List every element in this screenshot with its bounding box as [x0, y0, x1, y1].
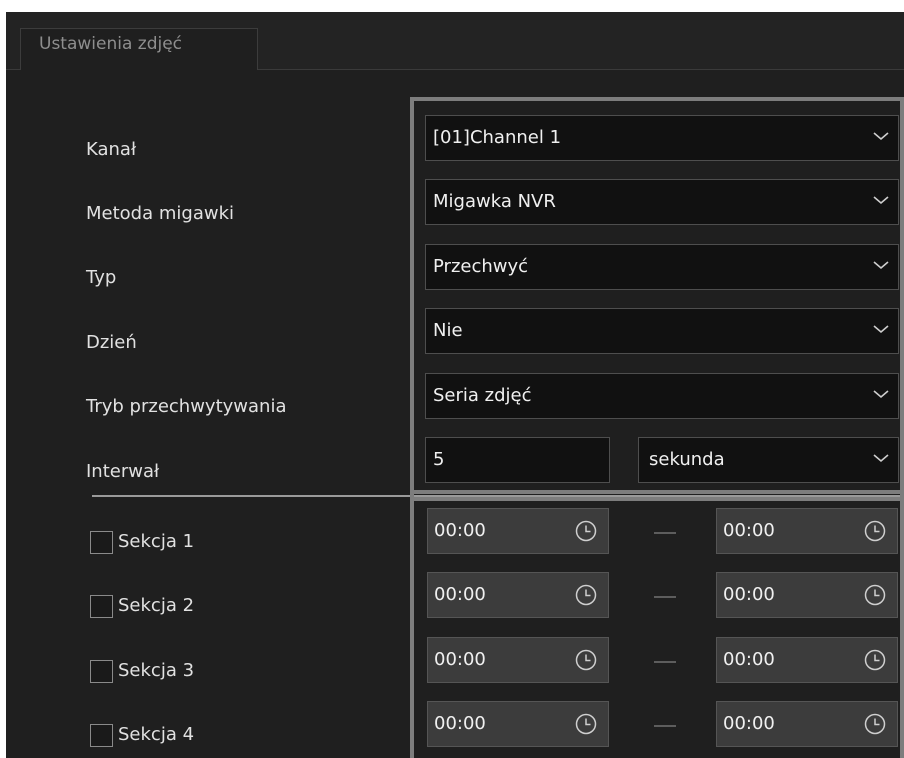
clock-icon[interactable]: [575, 649, 597, 671]
interval-label: Interwał: [86, 461, 160, 482]
time-range-dash: [654, 532, 676, 534]
section-3-row[interactable]: Sekcja 3: [90, 659, 194, 687]
section-2-end-value: 00:00: [723, 584, 775, 605]
time-range-dash: [654, 661, 676, 663]
interval-value: 5: [433, 449, 445, 470]
section-2-start-value: 00:00: [434, 584, 486, 605]
type-select[interactable]: Przechwyć: [425, 244, 899, 290]
section-1-end-value: 00:00: [723, 520, 775, 541]
section-4-start-value: 00:00: [434, 713, 486, 734]
section-3-end-time[interactable]: 00:00: [716, 637, 898, 683]
clock-icon[interactable]: [864, 649, 886, 671]
interval-unit-value: sekunda: [649, 449, 725, 470]
section-3-label: Sekcja 3: [118, 660, 195, 681]
section-1-checkbox[interactable]: [90, 530, 113, 554]
time-range-dash: [654, 596, 676, 598]
capture-mode-label: Tryb przechwytywania: [86, 396, 287, 417]
clock-icon[interactable]: [575, 713, 597, 735]
section-2-start-time[interactable]: 00:00: [427, 572, 609, 618]
section-2-label: Sekcja 2: [118, 595, 195, 616]
day-label: Dzień: [86, 332, 137, 353]
chevron-down-icon: [873, 454, 889, 463]
day-value: Nie: [433, 320, 463, 341]
section-4-start-time[interactable]: 00:00: [427, 701, 609, 747]
channel-select-value: [01]Channel 1: [433, 127, 562, 148]
interval-unit-select[interactable]: sekunda: [638, 437, 899, 483]
clock-icon[interactable]: [864, 520, 886, 542]
section-4-row[interactable]: Sekcja 4: [90, 723, 194, 751]
channel-label: Kanał: [86, 139, 137, 160]
channel-select[interactable]: [01]Channel 1: [425, 115, 899, 161]
chevron-down-icon: [873, 261, 889, 270]
section-2-end-time[interactable]: 00:00: [716, 572, 898, 618]
snapshot-method-label: Metoda migawki: [86, 203, 234, 224]
capture-mode-value: Seria zdjęć: [433, 385, 532, 406]
section-1-label: Sekcja 1: [118, 531, 195, 552]
chevron-down-icon: [873, 132, 889, 141]
section-1-start-time[interactable]: 00:00: [427, 508, 609, 554]
clock-icon[interactable]: [575, 520, 597, 542]
snapshot-settings-panel: Ustawienia zdjęć Kanał Metoda migawki Ty…: [6, 12, 904, 758]
clock-icon[interactable]: [864, 713, 886, 735]
section-1-row[interactable]: Sekcja 1: [90, 530, 194, 558]
section-1-start-value: 00:00: [434, 520, 486, 541]
section-4-label: Sekcja 4: [118, 724, 195, 745]
section-1-end-time[interactable]: 00:00: [716, 508, 898, 554]
chevron-down-icon: [873, 390, 889, 399]
chevron-down-icon: [873, 325, 889, 334]
section-3-end-value: 00:00: [723, 649, 775, 670]
section-2-checkbox[interactable]: [90, 594, 113, 618]
capture-mode-select[interactable]: Seria zdjęć: [425, 373, 899, 419]
snapshot-method-value: Migawka NVR: [433, 191, 556, 212]
type-label: Typ: [86, 267, 117, 288]
section-2-row[interactable]: Sekcja 2: [90, 594, 194, 622]
section-3-checkbox[interactable]: [90, 659, 113, 683]
section-4-end-value: 00:00: [723, 713, 775, 734]
section-4-checkbox[interactable]: [90, 723, 113, 747]
section-4-end-time[interactable]: 00:00: [716, 701, 898, 747]
tab-snapshot-settings[interactable]: Ustawienia zdjęć: [20, 28, 258, 70]
chevron-down-icon: [873, 196, 889, 205]
tab-label: Ustawienia zdjęć: [39, 34, 183, 54]
interval-input[interactable]: 5: [425, 437, 610, 483]
section-3-start-value: 00:00: [434, 649, 486, 670]
type-value: Przechwyć: [433, 256, 529, 277]
section-3-start-time[interactable]: 00:00: [427, 637, 609, 683]
snapshot-method-select[interactable]: Migawka NVR: [425, 179, 899, 225]
day-select[interactable]: Nie: [425, 308, 899, 354]
clock-icon[interactable]: [575, 584, 597, 606]
tab-bar: Ustawienia zdjęć: [6, 12, 904, 70]
time-range-dash: [654, 725, 676, 727]
clock-icon[interactable]: [864, 584, 886, 606]
